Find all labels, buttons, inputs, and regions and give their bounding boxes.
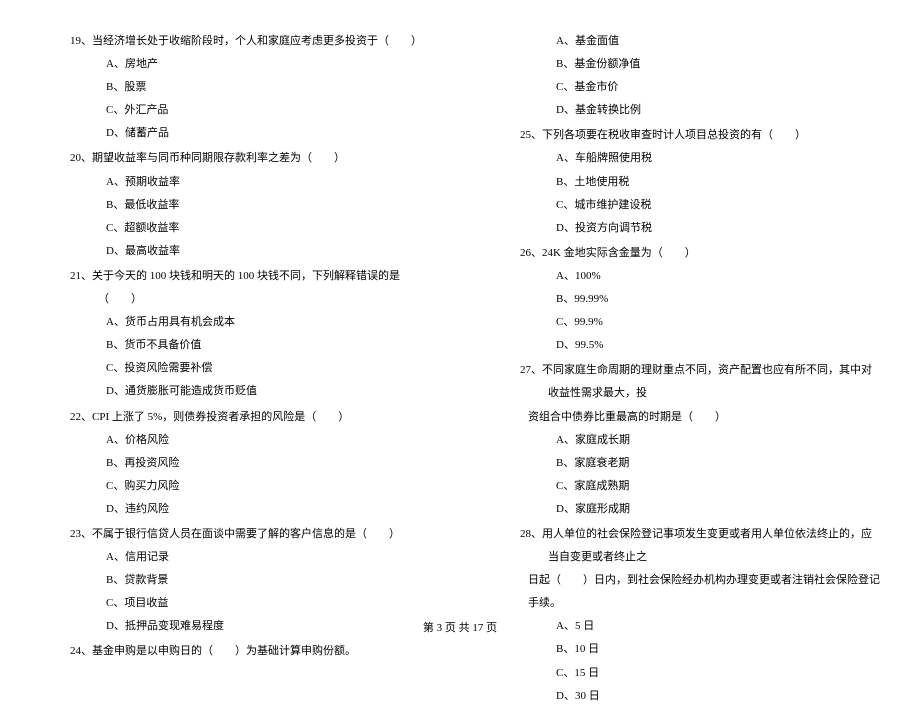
- q28-opt-c: C、15 日: [520, 662, 880, 685]
- q20-opt-c: C、超额收益率: [70, 217, 430, 240]
- q22-opt-c: C、购买力风险: [70, 475, 430, 498]
- q21-opt-d: D、通货膨胀可能造成货币贬值: [70, 380, 430, 403]
- q22-text: 22、CPI 上涨了 5%，则债券投资者承担的风险是（ ）: [70, 406, 430, 429]
- q20-opt-a: A、预期收益率: [70, 171, 430, 194]
- q24-opt-b: B、基金份额净值: [520, 53, 880, 76]
- q25-opt-a: A、车船牌照使用税: [520, 147, 880, 170]
- q27-text2: 资组合中债券比重最高的时期是（ ）: [520, 406, 880, 429]
- q25-opt-b: B、土地使用税: [520, 171, 880, 194]
- q27-opt-b: B、家庭衰老期: [520, 452, 880, 475]
- question-22: 22、CPI 上涨了 5%，则债券投资者承担的风险是（ ） A、价格风险 B、再…: [70, 406, 430, 521]
- q25-text: 25、下列各项要在税收审查时计人项目总投资的有（ ）: [520, 124, 880, 147]
- q28-opt-d: D、30 日: [520, 685, 880, 708]
- q24-opt-d: D、基金转换比例: [520, 99, 880, 122]
- q26-opt-d: D、99.5%: [520, 334, 880, 357]
- left-column: 19、当经济增长处于收缩阶段时，个人和家庭应考虑更多投资于（ ） A、房地产 B…: [70, 30, 430, 710]
- page-content: 19、当经济增长处于收缩阶段时，个人和家庭应考虑更多投资于（ ） A、房地产 B…: [70, 30, 880, 710]
- q28-text2: 日起（ ）日内，到社会保险经办机构办理变更或者注销社会保险登记手续。: [520, 569, 880, 615]
- right-column: A、基金面值 B、基金份额净值 C、基金市价 D、基金转换比例 25、下列各项要…: [520, 30, 880, 710]
- q20-opt-d: D、最高收益率: [70, 240, 430, 263]
- q20-text: 20、期望收益率与同币种同期限存款利率之差为（ ）: [70, 147, 430, 170]
- q26-text: 26、24K 金地实际含金量为（ ）: [520, 242, 880, 265]
- q20-opt-b: B、最低收益率: [70, 194, 430, 217]
- question-27: 27、不同家庭生命周期的理财重点不同，资产配置也应有所不同，其中对收益性需求最大…: [520, 359, 880, 521]
- q26-opt-c: C、99.9%: [520, 311, 880, 334]
- q27-opt-d: D、家庭形成期: [520, 498, 880, 521]
- q22-opt-b: B、再投资风险: [70, 452, 430, 475]
- q27-opt-c: C、家庭成熟期: [520, 475, 880, 498]
- q25-opt-d: D、投资方向调节税: [520, 217, 880, 240]
- question-26: 26、24K 金地实际含金量为（ ） A、100% B、99.99% C、99.…: [520, 242, 880, 357]
- q26-opt-b: B、99.99%: [520, 288, 880, 311]
- q22-opt-d: D、违约风险: [70, 498, 430, 521]
- q28-text: 28、用人单位的社会保险登记事项发生变更或者用人单位依法终止的，应当自变更或者终…: [520, 523, 880, 569]
- q22-opt-a: A、价格风险: [70, 429, 430, 452]
- q27-text: 27、不同家庭生命周期的理财重点不同，资产配置也应有所不同，其中对收益性需求最大…: [520, 359, 880, 405]
- q24-opt-c: C、基金市价: [520, 76, 880, 99]
- question-21: 21、关于今天的 100 块钱和明天的 100 块钱不同，下列解释错误的是（ ）…: [70, 265, 430, 404]
- q19-text: 19、当经济增长处于收缩阶段时，个人和家庭应考虑更多投资于（ ）: [70, 30, 430, 53]
- question-20: 20、期望收益率与同币种同期限存款利率之差为（ ） A、预期收益率 B、最低收益…: [70, 147, 430, 262]
- q23-opt-a: A、信用记录: [70, 546, 430, 569]
- q24-opt-a: A、基金面值: [520, 30, 880, 53]
- q19-opt-a: A、房地产: [70, 53, 430, 76]
- q19-opt-b: B、股票: [70, 76, 430, 99]
- q21-opt-c: C、投资风险需要补偿: [70, 357, 430, 380]
- question-19: 19、当经济增长处于收缩阶段时，个人和家庭应考虑更多投资于（ ） A、房地产 B…: [70, 30, 430, 145]
- q25-opt-c: C、城市维护建设税: [520, 194, 880, 217]
- q23-opt-c: C、项目收益: [70, 592, 430, 615]
- page-footer: 第 3 页 共 17 页: [0, 619, 920, 635]
- question-24: 24、基金申购是以申购日的（ ）为基础计算申购份额。: [70, 640, 430, 663]
- question-28: 28、用人单位的社会保险登记事项发生变更或者用人单位依法终止的，应当自变更或者终…: [520, 523, 880, 708]
- q21-opt-b: B、货币不具备价值: [70, 334, 430, 357]
- question-25: 25、下列各项要在税收审查时计人项目总投资的有（ ） A、车船牌照使用税 B、土…: [520, 124, 880, 239]
- q23-text: 23、不属于银行信贷人员在面谈中需要了解的客户信息的是（ ）: [70, 523, 430, 546]
- q23-opt-b: B、贷款背景: [70, 569, 430, 592]
- q19-opt-c: C、外汇产品: [70, 99, 430, 122]
- q21-text: 21、关于今天的 100 块钱和明天的 100 块钱不同，下列解释错误的是（ ）: [70, 265, 430, 311]
- question-24-continued: A、基金面值 B、基金份额净值 C、基金市价 D、基金转换比例: [520, 30, 880, 122]
- q19-opt-d: D、储蓄产品: [70, 122, 430, 145]
- q21-opt-a: A、货币占用具有机会成本: [70, 311, 430, 334]
- q26-opt-a: A、100%: [520, 265, 880, 288]
- q27-opt-a: A、家庭成长期: [520, 429, 880, 452]
- q24-text: 24、基金申购是以申购日的（ ）为基础计算申购份额。: [70, 640, 430, 663]
